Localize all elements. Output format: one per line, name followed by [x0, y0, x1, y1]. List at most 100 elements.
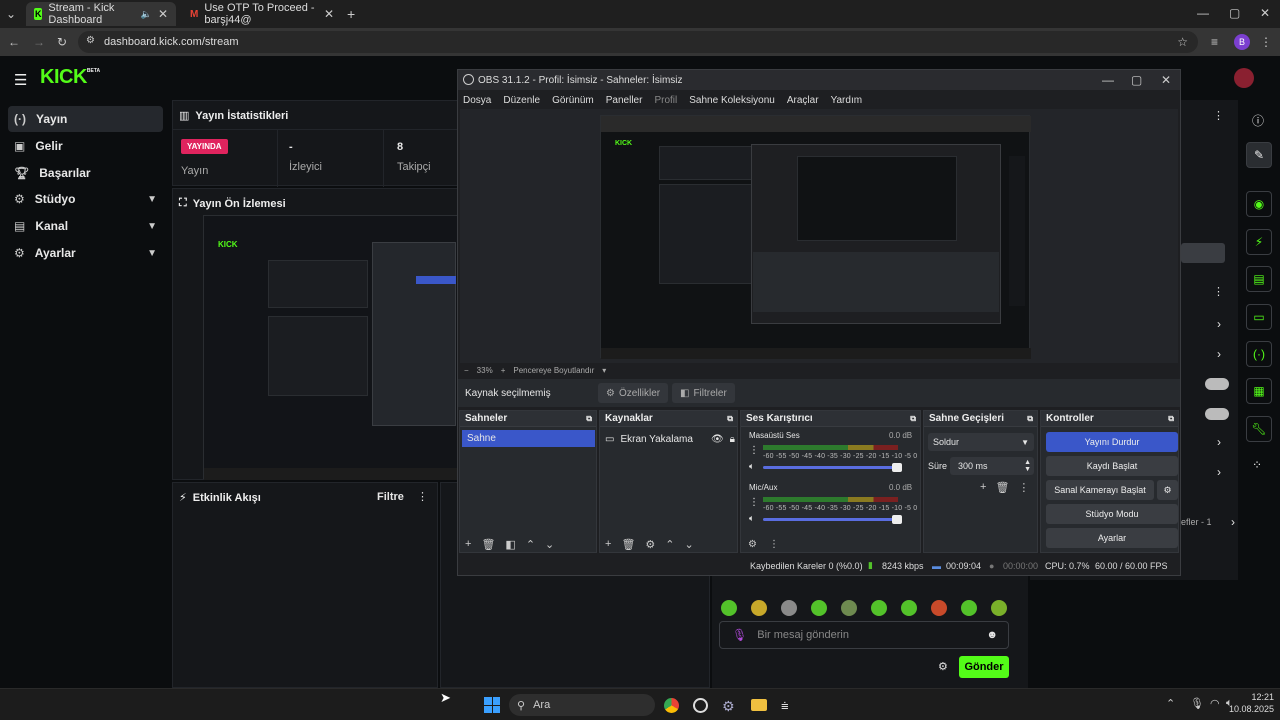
app-taskbar-icon[interactable]: ⩧	[781, 698, 789, 714]
dock-float-icon[interactable]: ⧉	[586, 414, 592, 424]
more-icon[interactable]: ⋮	[417, 490, 428, 503]
toggle[interactable]	[1205, 408, 1229, 420]
scene-item[interactable]: Sahne	[462, 430, 595, 447]
chevron-right-icon[interactable]: ›	[1217, 317, 1221, 331]
close-tab-icon[interactable]: ✕	[324, 7, 334, 21]
taskbar-search[interactable]: ⚲ Ara	[509, 694, 655, 716]
back-icon[interactable]: ←	[8, 35, 20, 49]
up-icon[interactable]: ⌃	[526, 538, 535, 551]
minimize-icon[interactable]: —	[1197, 6, 1209, 20]
speaker-icon[interactable]: 🔈︎	[749, 461, 754, 472]
add-icon[interactable]: +	[605, 538, 611, 550]
emoji-icon[interactable]: ☻	[986, 629, 998, 641]
mixer-menu-icon[interactable]: ⋮	[769, 539, 779, 550]
emote-icon[interactable]	[871, 600, 887, 616]
document-icon[interactable]: ▤	[1246, 266, 1272, 292]
sidebar-item-studyo[interactable]: ⚙ Stüdyo ▼	[8, 186, 163, 212]
layout-icon[interactable]: ▦	[1246, 378, 1272, 404]
chevron-right-icon[interactable]: ›	[1231, 515, 1235, 529]
add-icon[interactable]: +	[980, 481, 986, 494]
more-icon[interactable]: ⋮	[1213, 109, 1224, 122]
settings-button[interactable]: Ayarlar	[1046, 528, 1178, 548]
studio-mode-button[interactable]: Stüdyo Modu	[1046, 504, 1178, 524]
zoom-in-icon[interactable]: +	[501, 366, 506, 375]
menu-paneller[interactable]: Paneller	[606, 95, 643, 106]
close-tab-icon[interactable]: ✕	[158, 7, 168, 21]
menu-profil[interactable]: Profil	[654, 95, 677, 106]
start-recording-button[interactable]: Kaydı Başlat	[1046, 456, 1178, 476]
emote-icon[interactable]	[751, 600, 767, 616]
channel-menu-icon[interactable]: ⋮	[749, 445, 759, 456]
volume-slider[interactable]	[763, 515, 902, 524]
close-window-icon[interactable]: ✕	[1260, 6, 1270, 20]
dock-float-icon[interactable]: ⧉	[1168, 414, 1174, 424]
sidebar-item-basarilar[interactable]: 🏆︎ Başarılar	[8, 160, 163, 186]
dock-float-icon[interactable]: ⧉	[1027, 414, 1033, 424]
emote-icon[interactable]	[901, 600, 917, 616]
spin-icon[interactable]: ▲ ▼	[1024, 459, 1031, 473]
profile-avatar[interactable]: B	[1234, 34, 1250, 50]
emote-icon[interactable]	[781, 600, 797, 616]
menu-dosya[interactable]: Dosya	[463, 95, 491, 106]
dock-float-icon[interactable]: ⧉	[910, 414, 916, 424]
zoom-out-icon[interactable]: −	[464, 366, 469, 375]
tab-kick-dashboard[interactable]: K Stream - Kick Dashboard 🔈 ✕	[26, 2, 176, 26]
fit-window-label[interactable]: Pencereye Boyutlandır	[513, 366, 594, 375]
send-button[interactable]: Gönder	[959, 656, 1009, 678]
chevron-right-icon[interactable]: ›	[1217, 435, 1221, 449]
transition-menu-icon[interactable]: ⋮	[1018, 481, 1029, 494]
speaker-icon[interactable]: 🔈︎	[749, 513, 754, 524]
maximize-icon[interactable]: ▢	[1131, 73, 1142, 87]
chat-icon[interactable]: ▭	[1246, 304, 1272, 330]
eye-icon[interactable]: 👁︎	[711, 434, 724, 445]
lock-icon[interactable]: 🔒︎	[730, 434, 735, 445]
forward-icon[interactable]: →	[33, 35, 45, 49]
emote-icon[interactable]	[811, 600, 827, 616]
flash-icon[interactable]: ⚡	[1246, 229, 1272, 255]
toggle[interactable]	[1205, 378, 1229, 390]
new-tab-icon[interactable]: +	[347, 6, 355, 22]
chat-input[interactable]: 🎙︎ Bir mesaj gönderin ☻	[719, 621, 1009, 649]
tab-list-icon[interactable]: ⌄	[6, 7, 16, 21]
browser-menu-icon[interactable]: ⋮	[1260, 35, 1272, 49]
menu-sahne-koleksiyonu[interactable]: Sahne Koleksiyonu	[689, 95, 775, 106]
menu-gorunum[interactable]: Görünüm	[552, 95, 594, 106]
sidebar-item-gelir[interactable]: ▣ Gelir	[8, 133, 163, 159]
chrome-icon[interactable]	[664, 698, 679, 713]
filters-button[interactable]: ◧ Filtreler	[672, 383, 735, 403]
menu-duzenle[interactable]: Düzenle	[503, 95, 540, 106]
up-icon[interactable]: ⌃	[665, 538, 674, 551]
virtual-camera-settings-icon[interactable]: ⚙	[1157, 480, 1178, 500]
sidebar-item-yayin[interactable]: (·) Yayın	[8, 106, 163, 132]
trash-icon[interactable]: 🗑︎	[481, 538, 495, 551]
file-explorer-icon[interactable]	[751, 699, 767, 711]
start-virtual-camera-button[interactable]: Sanal Kamerayı Başlat	[1046, 480, 1154, 500]
stop-stream-button[interactable]: Yayını Durdur	[1046, 432, 1178, 452]
clock-date[interactable]: 10.08.2025	[1226, 704, 1274, 714]
chevron-down-icon[interactable]: ▼	[147, 194, 157, 205]
emote-icon[interactable]	[721, 600, 737, 616]
bookmark-star-icon[interactable]: ☆	[1177, 35, 1188, 49]
tray-chevron-icon[interactable]: ⌃	[1166, 697, 1175, 710]
dock-float-icon[interactable]: ⧉	[727, 414, 733, 424]
edit-icon[interactable]: ✎	[1246, 142, 1272, 168]
info-icon[interactable]: ⓘ	[1252, 112, 1264, 129]
menu-yardim[interactable]: Yardım	[831, 95, 863, 106]
emote-icon[interactable]	[961, 600, 977, 616]
more-icon[interactable]: ⋮	[1213, 285, 1224, 298]
wrench-icon[interactable]: 🔧︎	[1246, 416, 1272, 442]
properties-button[interactable]: ⚙ Özellikler	[598, 383, 669, 403]
down-icon[interactable]: ⌄	[545, 538, 554, 551]
sidebar-item-kanal[interactable]: ▤ Kanal ▼	[8, 213, 163, 239]
microphone-icon[interactable]: 🎙︎	[1190, 697, 1204, 710]
menu-araclar[interactable]: Araçlar	[787, 95, 819, 106]
kick-logo[interactable]: KICK BETA	[40, 66, 100, 89]
close-window-icon[interactable]: ✕	[1161, 73, 1171, 87]
camera-icon[interactable]: ◉	[1246, 191, 1272, 217]
address-bar[interactable]: ⚙ dashboard.kick.com/stream ☆	[78, 31, 1198, 53]
trash-icon[interactable]: 🗑︎	[621, 538, 635, 551]
scene-filter-icon[interactable]: ◧	[505, 538, 515, 551]
chevron-right-icon[interactable]: ›	[1217, 465, 1221, 479]
clock-time[interactable]: 12:21	[1232, 692, 1274, 702]
microphone-icon[interactable]: 🎙︎	[732, 628, 747, 642]
